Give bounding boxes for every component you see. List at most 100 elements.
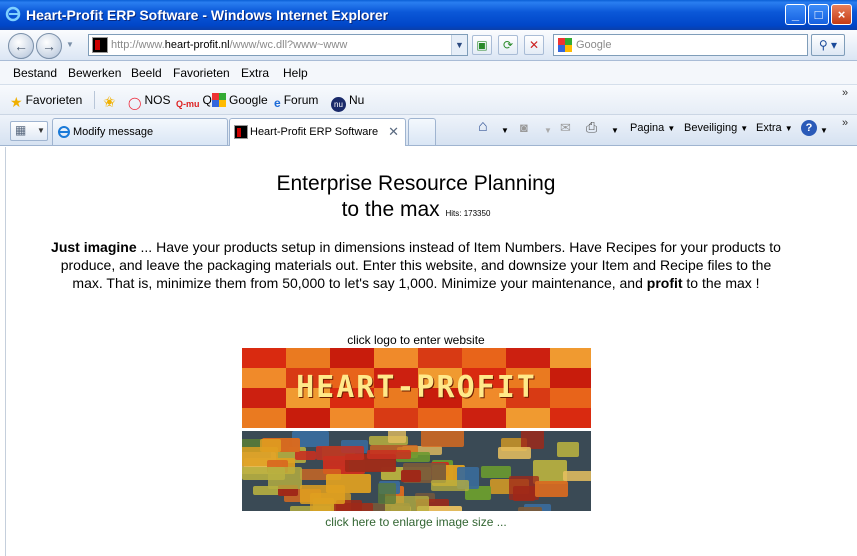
menu-bar: Bestand Bewerken Beeld Favorieten Extra … xyxy=(0,61,857,85)
produce-crate xyxy=(534,480,569,497)
produce-crate xyxy=(518,506,542,511)
mail-icon[interactable]: ✉ xyxy=(560,120,571,136)
url-dropdown-icon[interactable]: ▼ xyxy=(451,35,467,55)
chevron-down-icon: ▼ xyxy=(740,124,749,133)
url-suffix: /www/wc.dll?www~www xyxy=(229,39,348,51)
page-heading-line2: to the max Hits: 173350 xyxy=(341,198,491,221)
back-button[interactable]: ← xyxy=(8,33,34,59)
grid-icon: ▦ xyxy=(15,123,27,137)
quick-tabs-button[interactable]: ▦ ▼ xyxy=(10,121,48,141)
menu-bewerken[interactable]: Bewerken xyxy=(68,66,121,80)
produce-crate xyxy=(242,466,285,480)
logo-tile xyxy=(286,348,330,368)
hit-counter: Hits: 173350 xyxy=(445,209,491,218)
menu-help[interactable]: Help xyxy=(283,66,308,80)
produce-crate xyxy=(387,431,406,444)
chevron-more-icon[interactable]: » xyxy=(842,117,848,129)
home-icon[interactable]: ⌂ xyxy=(478,118,488,136)
heart-profit-logo[interactable]: HEART-PROFIT xyxy=(242,348,591,428)
rss-dropdown-icon: ▼ xyxy=(544,126,552,135)
menu-extra[interactable]: Extra xyxy=(241,66,269,80)
home-dropdown-icon[interactable]: ▼ xyxy=(501,126,509,135)
close-tab-icon[interactable]: ✕ xyxy=(388,124,399,140)
rss-icon[interactable]: ◙ xyxy=(520,120,528,135)
ie-page-icon xyxy=(58,126,70,138)
market-photo[interactable] xyxy=(242,431,591,511)
page-heading-line1: Enterprise Resource Planning xyxy=(276,172,556,195)
google-icon xyxy=(212,93,226,107)
favorite-link-q[interactable]: Q-mu Q xyxy=(176,93,212,109)
produce-crate xyxy=(562,471,591,481)
help-icon[interactable]: ? xyxy=(801,120,817,136)
favorite-link-nu[interactable]: nu Nu xyxy=(331,93,364,112)
produce-crate xyxy=(259,438,281,453)
page-menu[interactable]: Pagina ▼ xyxy=(630,122,675,134)
logo-tile xyxy=(550,348,591,368)
maximize-button[interactable]: □ xyxy=(808,4,829,25)
chevron-more-icon[interactable]: » xyxy=(842,87,848,99)
produce-crate xyxy=(431,479,469,492)
star-icon: ★ xyxy=(10,94,23,110)
forward-button[interactable]: → xyxy=(36,33,62,59)
logo-tile xyxy=(418,348,462,368)
tab-heart-profit[interactable]: Heart-Profit ERP Software ✕ xyxy=(229,118,406,146)
menu-beeld[interactable]: Beeld xyxy=(131,66,162,80)
produce-crate xyxy=(333,502,373,511)
add-star-icon: ✬ xyxy=(103,94,116,111)
tab-modify-message[interactable]: Modify message xyxy=(52,118,228,145)
favorites-button[interactable]: ★ Favorieten xyxy=(10,93,82,111)
logo-tile xyxy=(374,408,418,428)
url-domain: heart-profit.nl xyxy=(164,39,230,51)
produce-crate xyxy=(481,466,511,479)
menu-favorieten[interactable]: Favorieten xyxy=(173,66,230,80)
url-prefix: http://www. xyxy=(111,39,165,51)
printer-icon[interactable]: ⎙ xyxy=(586,119,597,136)
logo-tile xyxy=(462,348,506,368)
close-window-button[interactable]: × xyxy=(831,4,852,25)
produce-crate xyxy=(300,485,345,505)
refresh-button[interactable]: ⟳ xyxy=(498,35,518,55)
chevron-down-icon: ▼ xyxy=(667,124,676,133)
compatibility-button[interactable]: ▣ xyxy=(472,35,492,55)
produce-crate xyxy=(316,446,365,460)
logo-tile xyxy=(418,408,462,428)
url-field[interactable]: http://www.heart-profit.nl/www/wc.dll?ww… xyxy=(88,34,468,56)
produce-crate xyxy=(400,469,421,482)
nos-icon: ◯ xyxy=(128,96,142,110)
separator xyxy=(94,91,95,109)
internet-explorer-icon xyxy=(5,6,21,22)
title-bar: Heart-Profit ERP Software - Windows Inte… xyxy=(0,0,857,30)
minimize-button[interactable]: _ xyxy=(785,4,806,25)
intro-paragraph: Just imagine ... Have your products setu… xyxy=(51,239,781,291)
search-input[interactable]: Google xyxy=(553,34,808,56)
favorite-link-nos[interactable]: ◯ NOS xyxy=(128,93,170,110)
logo-tile xyxy=(286,408,330,428)
favorite-link-forum[interactable]: e Forum xyxy=(274,93,318,110)
new-tab-button[interactable] xyxy=(408,118,436,145)
site-favicon xyxy=(234,125,248,139)
chevron-down-icon: ▼ xyxy=(784,124,793,133)
history-dropdown-icon[interactable]: ▼ xyxy=(66,40,74,49)
enlarge-image-link[interactable]: click here to enlarge image size ... xyxy=(6,515,826,529)
security-menu[interactable]: Beveiliging ▼ xyxy=(684,122,748,134)
logo-tile xyxy=(506,408,550,428)
favorite-link-google[interactable]: Google xyxy=(212,93,268,107)
google-icon xyxy=(558,38,572,52)
extra-menu[interactable]: Extra ▼ xyxy=(756,122,793,134)
logo-tile xyxy=(330,348,374,368)
add-favorite-button[interactable]: ✬ xyxy=(103,93,119,111)
help-dropdown-icon[interactable]: ▼ xyxy=(820,126,828,135)
page-content: Enterprise Resource Planning to the max … xyxy=(5,147,852,556)
chevron-down-icon: ▼ xyxy=(37,126,45,135)
produce-crate xyxy=(556,442,580,458)
search-button[interactable]: ⚲ ▾ xyxy=(811,34,845,56)
tab-bar: ▦ ▼ Modify message Heart-Profit ERP Soft… xyxy=(0,115,857,146)
logo-tile xyxy=(550,408,591,428)
stop-button[interactable]: ✕ xyxy=(524,35,544,55)
logo-text: HEART-PROFIT xyxy=(296,370,537,405)
refresh-icon: ⟳ xyxy=(502,38,514,52)
q-music-icon: Q-mu xyxy=(176,99,200,109)
menu-bestand[interactable]: Bestand xyxy=(13,66,57,80)
produce-crate xyxy=(521,431,544,449)
print-dropdown-icon[interactable]: ▼ xyxy=(611,126,619,135)
